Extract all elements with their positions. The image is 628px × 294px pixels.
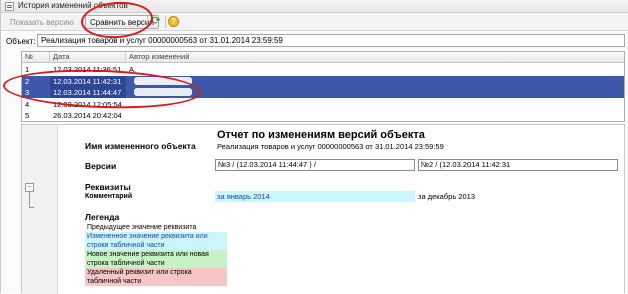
changed-object-label: Имя измененного объекта	[85, 141, 196, 151]
redaction	[328, 162, 370, 169]
legend-label: Легенда	[85, 212, 120, 222]
window-icon	[5, 2, 14, 11]
table-header: № Дата Автор изменений	[22, 52, 624, 63]
column-header-date[interactable]: Дата	[50, 52, 126, 63]
comment-value-b: за декабрь 2013	[418, 192, 476, 201]
group-toggle-icon[interactable]: −	[25, 183, 34, 192]
legend-previous: Предыдущее значение реквизита	[87, 224, 197, 231]
column-header-author[interactable]: Автор изменений	[126, 52, 246, 63]
report-gutter: −	[22, 125, 58, 294]
legend-deleted: Удаленный реквизит или строка табличной …	[85, 268, 227, 286]
toolbar-separator	[165, 16, 166, 28]
column-header-num[interactable]: №	[22, 52, 50, 63]
requisites-label: Реквизиты	[85, 182, 131, 192]
object-label: Объект:	[6, 37, 36, 46]
redaction	[134, 111, 192, 119]
group-line	[29, 192, 30, 208]
report-title: Отчет по изменениям версий объекта	[217, 129, 425, 141]
comparison-report: − Отчет по изменениям версий объекта Имя…	[21, 124, 625, 294]
row-num: 5	[25, 111, 30, 120]
versions-label: Версии	[85, 161, 117, 171]
legend-new: Новое значение реквизита или новая строк…	[85, 250, 227, 268]
version-b-text: №2 / (12.03.2014 11:42:31	[421, 160, 511, 169]
legend-changed: Измененное значение реквизита или строки…	[85, 232, 227, 250]
help-icon[interactable]: ?	[168, 16, 179, 27]
group-line	[29, 207, 34, 208]
comment-label: Комментарий	[85, 193, 133, 200]
table-row[interactable]: 5 26.03.2014 20:42:04	[22, 110, 624, 121]
changed-object-value: Реализация товаров и услуг 00000000563 о…	[217, 142, 444, 151]
comment-value-a: за январь 2014	[215, 191, 415, 202]
history-window: История изменений объектов Показать верс…	[0, 0, 628, 294]
version-a-text: №3 / (12.03.2014 11:44:47 ) /	[218, 160, 316, 169]
version-a-cell: №3 / (12.03.2014 11:44:47 ) /	[215, 159, 415, 171]
version-b-cell: №2 / (12.03.2014 11:42:31	[418, 159, 618, 171]
row-date: 26.03.2014 20:42:04	[53, 111, 122, 120]
redaction	[527, 162, 569, 169]
show-version-button[interactable]: Показать версию	[5, 15, 79, 29]
